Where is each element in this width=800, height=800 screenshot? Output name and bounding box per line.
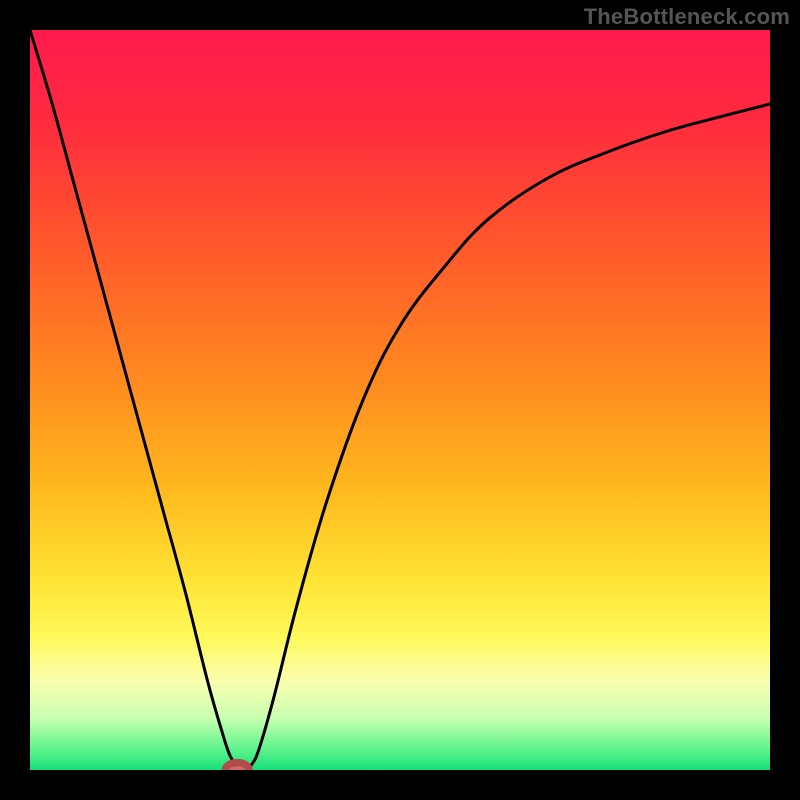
min-marker: [225, 763, 249, 770]
plot-area: [30, 30, 770, 770]
bottleneck-curve: [30, 30, 770, 770]
curve-layer: [30, 30, 770, 770]
chart-frame: TheBottleneck.com: [0, 0, 800, 800]
watermark-text: TheBottleneck.com: [584, 4, 790, 30]
